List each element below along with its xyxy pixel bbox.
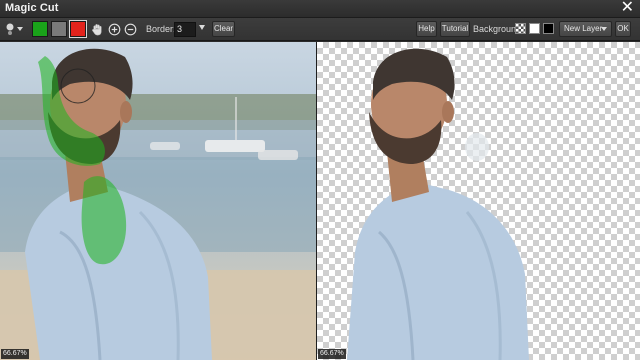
tutorial-button[interactable]: Tutorial <box>440 21 470 37</box>
ok-button[interactable]: OK <box>615 21 631 37</box>
background-white-option[interactable] <box>529 23 540 34</box>
border-dropdown-icon[interactable] <box>199 25 205 30</box>
brush-size-icon <box>6 23 23 35</box>
window-title-bar: Magic Cut ✕ <box>0 0 640 18</box>
preview-zoom-indicator: 66.67% <box>318 349 346 359</box>
brush-size-dropdown[interactable] <box>4 21 24 37</box>
source-zoom-indicator: 66.67% <box>1 349 29 359</box>
cutout-preview <box>347 48 529 360</box>
preview-canvas[interactable]: 66.67% <box>317 42 640 360</box>
source-photo <box>0 48 316 360</box>
zoom-in-icon[interactable] <box>108 23 121 36</box>
zoom-out-icon[interactable] <box>124 23 137 36</box>
clear-button[interactable]: Clear <box>212 21 235 37</box>
output-layer-select[interactable]: New Layer <box>559 21 612 37</box>
toolbar: Border: 3 Clear Help Tutorial Background… <box>0 18 640 41</box>
window-title: Magic Cut <box>5 2 59 14</box>
background-black-option[interactable] <box>543 23 554 34</box>
neutral-color-swatch[interactable] <box>51 21 67 37</box>
close-icon[interactable]: ✕ <box>621 0 634 17</box>
chevron-down-icon <box>601 27 607 31</box>
keep-color-swatch[interactable] <box>32 21 48 37</box>
border-input[interactable]: 3 <box>174 22 196 37</box>
output-layer-value: New Layer <box>564 24 603 33</box>
source-canvas[interactable]: 66.67% <box>0 42 316 360</box>
background-transparent-option[interactable] <box>515 23 526 34</box>
border-label: Border: <box>146 24 176 34</box>
help-button[interactable]: Help <box>416 21 437 37</box>
hand-icon[interactable] <box>91 23 104 36</box>
remove-color-swatch[interactable] <box>69 20 87 38</box>
